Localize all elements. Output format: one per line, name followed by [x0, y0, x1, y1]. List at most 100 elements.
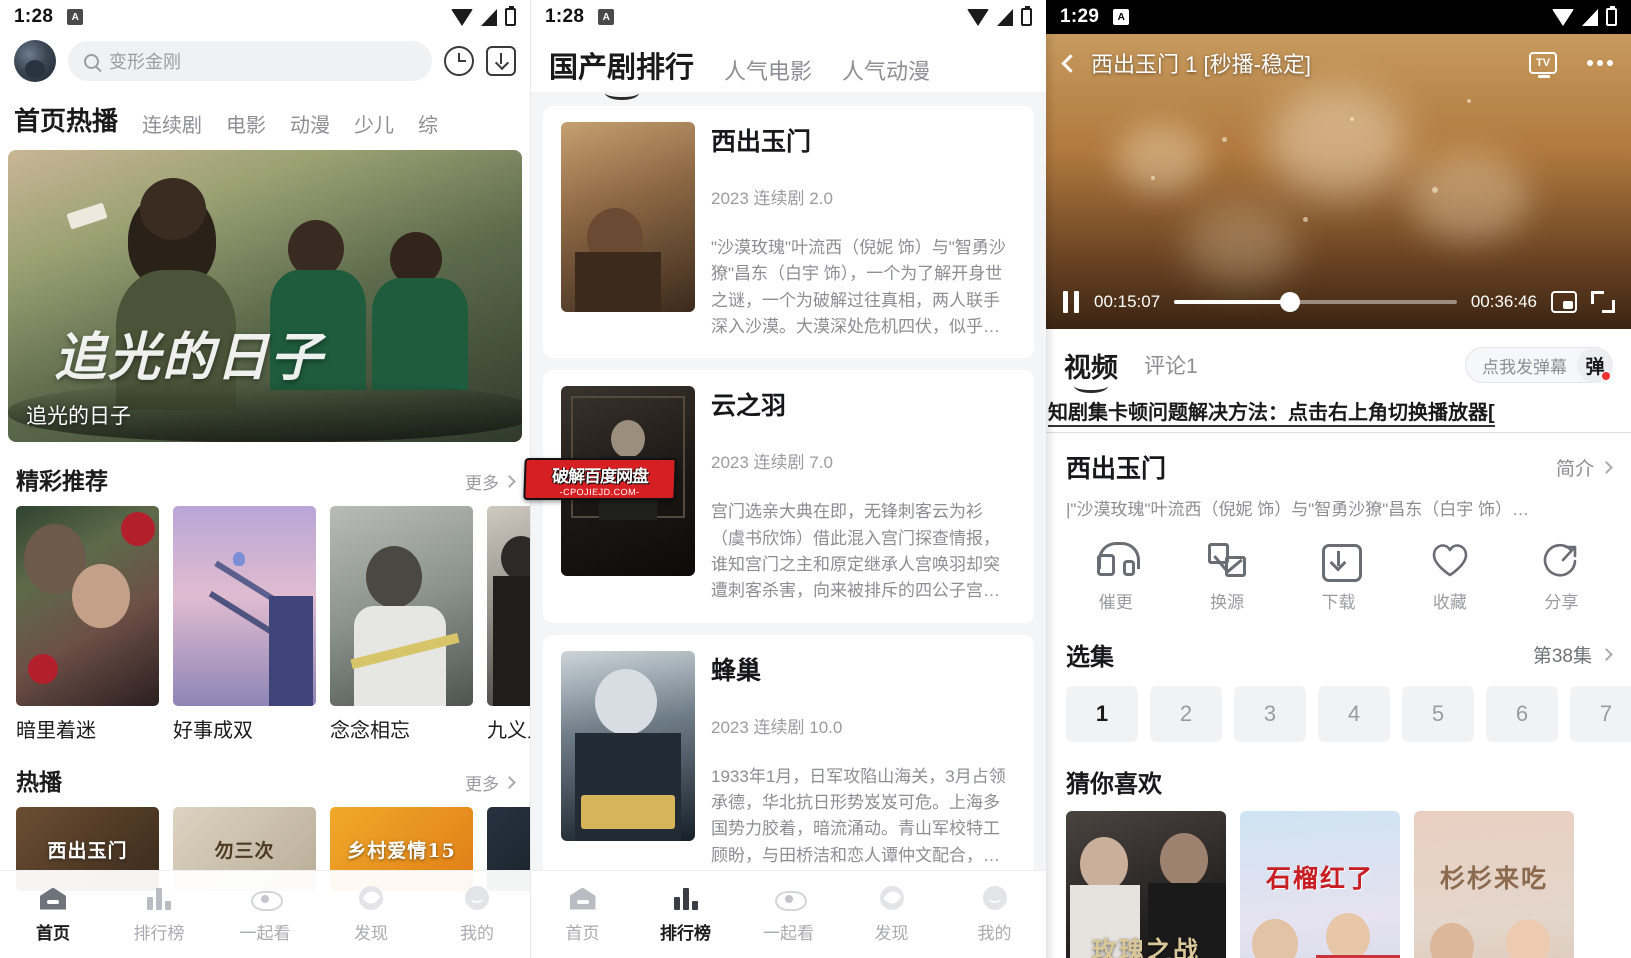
nav-profile[interactable]: 我的: [424, 885, 530, 944]
section-title: 精彩推荐: [16, 468, 108, 494]
tab-variety[interactable]: 综: [418, 109, 438, 142]
nav-label: 一起看: [239, 923, 291, 943]
detail-subtitle: |"沙漠玫瑰"叶流西（倪妮 饰）与"智勇沙獠"昌东（白宇 饰）…: [1066, 500, 1529, 519]
episode-button[interactable]: 3: [1234, 686, 1306, 742]
poster-item[interactable]: 念念相忘: [330, 506, 473, 743]
more-label: 更多: [465, 775, 499, 794]
recommend-art-title: 玫瑰之战: [1091, 936, 1200, 958]
episode-button[interactable]: 2: [1150, 686, 1222, 742]
recommend-art-title: 石榴红了: [1265, 864, 1374, 893]
danmu-send-button[interactable]: 弹: [1577, 347, 1613, 383]
history-clock-icon[interactable]: [444, 46, 474, 76]
section-head-hotplay: 热播 更多: [0, 743, 530, 807]
recommend-item[interactable]: 石榴红了: [1240, 811, 1400, 958]
tab-home-hot[interactable]: 首页热播: [14, 101, 118, 142]
eye-icon: [250, 886, 283, 912]
seek-knob[interactable]: [1280, 292, 1301, 312]
search-input[interactable]: 变形金刚: [68, 41, 432, 81]
section-title: 热播: [16, 769, 62, 795]
action-label: 收藏: [1432, 593, 1467, 612]
episode-button[interactable]: 6: [1486, 686, 1558, 742]
episodes-count-link[interactable]: 第38集: [1532, 641, 1613, 668]
episodes-count-label: 第38集: [1532, 646, 1592, 667]
detail-title-row: 西出玉门 简介: [1046, 433, 1631, 485]
tab-video[interactable]: 视频: [1064, 346, 1118, 393]
fullscreen-icon[interactable]: [1591, 291, 1615, 313]
panel-home: 1:28 A 变形金刚 首页热播 连续剧 电影 动漫 少儿 综 追光的日子 追光…: [0, 0, 530, 958]
action-label: 换源: [1210, 593, 1245, 612]
action-favorite[interactable]: 收藏: [1394, 542, 1505, 613]
more-link-recommend[interactable]: 更多: [465, 469, 516, 494]
nav-label: 发现: [874, 923, 909, 943]
download-icon: [1318, 542, 1362, 582]
rank-card[interactable]: 蜂巢 2023 连续剧 10.0 1933年1月，日军攻陷山海关，3月占领承德，…: [543, 634, 1034, 888]
episode-button[interactable]: 7: [1570, 686, 1631, 742]
chevron-right-icon: [1600, 460, 1613, 474]
rank-desc: 宫门选亲大典在即，无锋刺客云为衫（虞书欣饰）借此混入宫门探查情报，谁知宫门之主和…: [711, 502, 1000, 601]
more-dots-icon[interactable]: [1587, 60, 1613, 66]
picture-in-picture-icon[interactable]: [1551, 291, 1577, 313]
nav-watch-together[interactable]: 一起看: [737, 886, 840, 944]
tv-cast-icon[interactable]: TV: [1529, 52, 1557, 78]
hero-artwork: [8, 150, 522, 442]
pause-icon[interactable]: [1062, 291, 1080, 313]
compass-icon: [356, 885, 386, 912]
nav-discover[interactable]: 发现: [840, 885, 943, 944]
poster-item[interactable]: 好事成双: [173, 506, 316, 743]
more-link-hotplay[interactable]: 更多: [465, 770, 516, 795]
nav-home[interactable]: 首页: [531, 886, 634, 944]
seek-bar[interactable]: [1174, 292, 1457, 312]
episode-button[interactable]: 5: [1402, 686, 1474, 742]
rank-poster: [561, 650, 695, 841]
action-urge-update[interactable]: 催更: [1060, 542, 1171, 613]
poster-item[interactable]: 九义人: [487, 506, 530, 743]
video-player[interactable]: 西出玉门 1 [秒播-稳定] TV 00:15:07 00:36:46: [1046, 34, 1631, 329]
more-label: 更多: [465, 474, 499, 493]
player-title: 西出玉门 1 [秒播-稳定]: [1091, 52, 1312, 77]
back-chevron-icon[interactable]: [1061, 53, 1080, 73]
recommend-title: 猜你喜欢: [1066, 771, 1162, 798]
download-icon[interactable]: [486, 46, 516, 76]
nav-home[interactable]: 首页: [0, 886, 106, 944]
rank-card[interactable]: 西出玉门 2023 连续剧 2.0 "沙漠玫瑰"叶流西（倪妮 饰）与"智勇沙獠"…: [543, 106, 1034, 359]
poster-title: 念念相忘: [330, 720, 410, 742]
rank-list: 西出玉门 2023 连续剧 2.0 "沙漠玫瑰"叶流西（倪妮 饰）与"智勇沙獠"…: [531, 92, 1046, 958]
episode-button[interactable]: 4: [1318, 686, 1390, 742]
episode-button[interactable]: 1: [1066, 686, 1138, 742]
nav-discover[interactable]: 发现: [318, 885, 424, 944]
danmu-placeholder: 点我发弹幕: [1482, 357, 1567, 377]
poster-item[interactable]: 暗里着迷: [16, 506, 159, 743]
tab-series[interactable]: 连续剧: [142, 109, 202, 142]
recommend-item[interactable]: 杉杉来吃: [1414, 811, 1574, 958]
tab-popular-anime[interactable]: 人气动漫: [842, 54, 930, 92]
action-switch-source[interactable]: 换源: [1171, 542, 1282, 613]
hero-banner[interactable]: 追光的日子 追光的日子: [8, 150, 522, 442]
action-download[interactable]: 下载: [1283, 542, 1394, 613]
tab-anime[interactable]: 动漫: [290, 109, 330, 142]
nav-rank[interactable]: 排行榜: [634, 886, 737, 944]
nav-watch-together[interactable]: 一起看: [212, 886, 318, 944]
rank-meta: 2023 连续剧 7.0: [711, 453, 833, 473]
nav-label: 我的: [977, 923, 1012, 943]
home-search-row: 变形金刚: [0, 34, 530, 92]
nav-label: 排行榜: [660, 923, 711, 943]
avatar[interactable]: [14, 40, 56, 82]
tab-comments[interactable]: 评论1: [1144, 350, 1198, 380]
tab-popular-movies[interactable]: 人气电影: [724, 54, 812, 92]
nav-label: 首页: [565, 923, 600, 943]
rank-bars-icon: [144, 886, 174, 912]
tab-kids[interactable]: 少儿: [354, 109, 394, 142]
danmu-input[interactable]: 点我发弹幕 弹: [1465, 347, 1613, 383]
tab-movie[interactable]: 电影: [226, 109, 266, 142]
nav-profile[interactable]: 我的: [943, 885, 1046, 944]
status-app-icon: A: [1113, 9, 1130, 25]
tab-domestic-drama-rank[interactable]: 国产剧排行: [549, 44, 694, 100]
notice-marquee[interactable]: 知剧集卡顿问题解决方法：点击右上角切换播放器[: [1046, 391, 1631, 433]
action-share[interactable]: 分享: [1506, 542, 1617, 613]
recommend-art-title: 杉杉来吃: [1439, 864, 1548, 893]
brief-link[interactable]: 简介: [1556, 454, 1613, 481]
rank-title: 蜂巢: [711, 656, 762, 685]
recommend-item[interactable]: 玫瑰之战 R O S E W A R: [1066, 811, 1226, 958]
status-time: 1:28: [545, 6, 585, 27]
nav-rank[interactable]: 排行榜: [106, 886, 212, 944]
